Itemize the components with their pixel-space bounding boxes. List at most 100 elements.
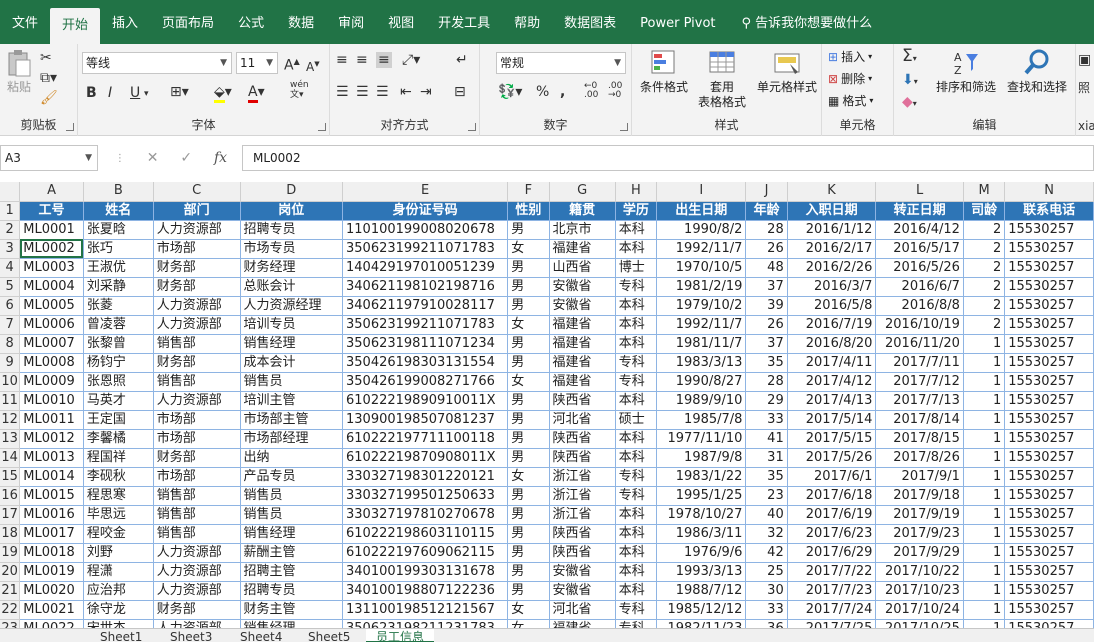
align-right-icon[interactable]: ☰ [376, 84, 389, 100]
table-cell[interactable]: 男 [507, 581, 550, 601]
table-cell[interactable]: 1 [963, 372, 1006, 392]
fill-color-icon[interactable]: ⬙▾ [214, 84, 232, 103]
table-cell[interactable]: 产品专员 [240, 467, 343, 487]
ribbon-tab-6[interactable]: 审阅 [326, 10, 376, 38]
table-cell[interactable]: 15530257 [1004, 448, 1094, 468]
table-cell[interactable]: 福建省 [549, 619, 616, 628]
table-cell[interactable]: 硕士 [615, 410, 658, 430]
table-cell[interactable]: 2 [963, 258, 1006, 278]
cancel-icon[interactable]: ✕ [147, 150, 159, 166]
table-cell[interactable]: 男 [507, 543, 550, 563]
table-cell[interactable]: 财务部 [153, 277, 241, 297]
font-name-combo[interactable]: 等线 ▼ [82, 52, 232, 74]
table-cell[interactable]: 29 [745, 391, 788, 411]
table-cell[interactable]: 2016/3/7 [787, 277, 877, 297]
column-header[interactable]: G [549, 182, 616, 202]
table-cell[interactable]: 销售经理 [240, 619, 343, 628]
table-cell[interactable]: 本科 [615, 543, 658, 563]
table-cell[interactable]: 2017/4/11 [787, 353, 877, 373]
header-cell[interactable]: 出生日期 [656, 201, 747, 221]
table-cell[interactable]: 财务部 [153, 353, 241, 373]
align-bottom-icon[interactable]: ≡ [376, 52, 392, 68]
table-cell[interactable]: 专科 [615, 277, 658, 297]
table-cell[interactable]: 程思寒 [83, 486, 154, 506]
row-header[interactable]: 6 [0, 296, 21, 316]
column-header[interactable]: E [342, 182, 509, 202]
table-cell[interactable]: 2 [963, 277, 1006, 297]
comma-button[interactable]: , [560, 84, 565, 100]
table-cell[interactable]: 招聘主管 [240, 562, 343, 582]
table-cell[interactable]: 市场专员 [240, 239, 343, 259]
column-header[interactable]: B [83, 182, 154, 202]
font-color-icon[interactable]: A▾ [248, 84, 265, 103]
shrink-font-button[interactable]: A▼ [306, 56, 320, 75]
table-cell[interactable]: 350426198303131554 [342, 353, 509, 373]
table-cell[interactable]: 1992/11/7 [656, 239, 747, 259]
table-cell[interactable]: 2016/8/8 [875, 296, 964, 316]
table-cell[interactable]: 2017/7/23 [787, 581, 877, 601]
table-cell[interactable]: 61022219870908011X [342, 448, 509, 468]
table-cell[interactable]: 610222198603110115 [342, 524, 509, 544]
table-cell[interactable]: 350623199211071783 [342, 239, 509, 259]
table-cell[interactable]: 李砚秋 [83, 467, 154, 487]
table-cell[interactable]: 330327197810270678 [342, 505, 509, 525]
table-cell[interactable]: 610222197609062115 [342, 543, 509, 563]
table-cell[interactable]: 销售部 [153, 505, 241, 525]
format-as-table-button[interactable]: 套用 表格格式 [690, 48, 754, 110]
table-cell[interactable]: 男 [507, 277, 550, 297]
table-cell[interactable]: 1995/1/25 [656, 486, 747, 506]
header-cell[interactable]: 转正日期 [875, 201, 964, 221]
table-cell[interactable]: ML0022 [19, 619, 84, 628]
sheet-tab-2[interactable]: Sheet4 [230, 629, 292, 642]
column-header[interactable]: N [1004, 182, 1094, 202]
conditional-formatting-button[interactable]: 条件格式 [636, 48, 692, 95]
ribbon-tab-7[interactable]: 视图 [376, 10, 426, 38]
table-cell[interactable]: 男 [507, 429, 550, 449]
table-cell[interactable]: 本科 [615, 334, 658, 354]
column-header[interactable]: C [153, 182, 241, 202]
table-cell[interactable]: 刘采静 [83, 277, 154, 297]
table-cell[interactable]: 1977/11/10 [656, 429, 747, 449]
table-cell[interactable]: 本科 [615, 524, 658, 544]
table-cell[interactable]: 财务部 [153, 258, 241, 278]
table-cell[interactable]: 15530257 [1004, 353, 1094, 373]
table-cell[interactable]: 福建省 [549, 239, 616, 259]
table-cell[interactable]: 350623199211071783 [342, 315, 509, 335]
table-cell[interactable]: 北京市 [549, 220, 616, 240]
table-cell[interactable]: 市场部经理 [240, 429, 343, 449]
header-cell[interactable]: 性别 [507, 201, 550, 221]
table-cell[interactable]: 王淑优 [83, 258, 154, 278]
enter-icon[interactable]: ✓ [180, 150, 192, 166]
table-cell[interactable]: 2 [963, 220, 1006, 240]
table-cell[interactable]: 2017/7/25 [787, 619, 877, 628]
row-header[interactable]: 1 [0, 201, 21, 221]
spreadsheet-grid[interactable]: ABCDEFGHIJKLMN 1 工号 姓名 部门 岗位 身份证号码 性别 籍贯 学历 出生日期年… [0, 182, 1094, 628]
table-cell[interactable]: 26 [745, 239, 788, 259]
table-cell[interactable]: 23 [745, 486, 788, 506]
table-cell[interactable]: 15530257 [1004, 543, 1094, 563]
table-cell[interactable]: ML0011 [19, 410, 84, 430]
table-cell[interactable]: 1 [963, 410, 1006, 430]
table-cell[interactable]: 本科 [615, 315, 658, 335]
column-header[interactable]: A [19, 182, 84, 202]
table-cell[interactable]: 1 [963, 505, 1006, 525]
table-cell[interactable]: 招聘专员 [240, 220, 343, 240]
header-cell[interactable]: 联系电话 [1004, 201, 1094, 221]
table-cell[interactable]: 350623198211231783 [342, 619, 509, 628]
table-cell[interactable]: 1 [963, 448, 1006, 468]
table-cell[interactable]: 2017/6/1 [787, 467, 877, 487]
table-cell[interactable]: 2017/6/19 [787, 505, 877, 525]
header-cell[interactable]: 岗位 [240, 201, 343, 221]
orientation-icon[interactable]: ⤢▾ [402, 52, 420, 68]
table-cell[interactable]: 人力资源部 [153, 220, 241, 240]
table-cell[interactable]: 37 [745, 334, 788, 354]
table-cell[interactable]: 1978/10/27 [656, 505, 747, 525]
table-cell[interactable]: 人力资源部 [153, 391, 241, 411]
table-cell[interactable]: 本科 [615, 220, 658, 240]
column-header[interactable]: D [240, 182, 343, 202]
align-center-icon[interactable]: ☰ [356, 84, 369, 100]
table-cell[interactable]: 2017/7/11 [875, 353, 964, 373]
table-cell[interactable]: 王定国 [83, 410, 154, 430]
delete-cells-button[interactable]: ⊠ 删除 ▾ [828, 70, 872, 87]
table-cell[interactable]: 28 [745, 372, 788, 392]
